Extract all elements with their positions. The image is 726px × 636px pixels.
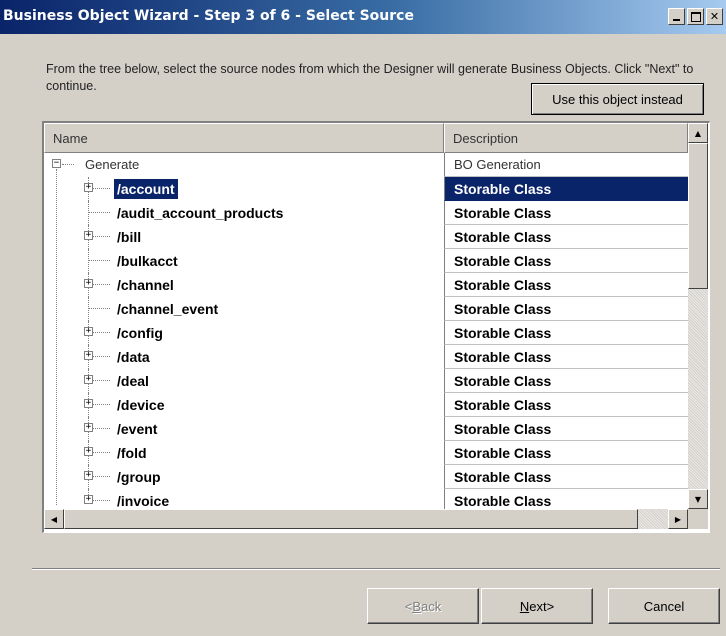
tree-row-label: /event	[117, 421, 158, 437]
tree-row-label: /fold	[117, 445, 147, 461]
tree-row-label: /invoice	[117, 493, 170, 509]
tree-row-description: Storable Class	[444, 441, 688, 465]
tree-row-label: /bulkacct	[117, 253, 178, 269]
close-icon[interactable]: ✕	[706, 8, 723, 25]
expand-icon[interactable]: +	[84, 495, 93, 504]
tree-row-label: /device	[117, 397, 165, 413]
tree-row-label: /group	[117, 469, 161, 485]
expand-icon[interactable]: +	[84, 375, 93, 384]
tree-root-name-cell: − Generate	[44, 153, 444, 177]
tree-row-description: Storable Class	[444, 297, 688, 321]
tree-row-name-cell: /bulkacct	[44, 249, 444, 273]
scroll-down-button[interactable]: ▼	[688, 489, 708, 509]
minimize-icon[interactable]	[668, 8, 685, 25]
collapse-icon[interactable]: −	[52, 159, 61, 168]
tree-row-description: Storable Class	[444, 225, 688, 249]
tree-row[interactable]: /bulkacct Storable Class	[44, 249, 688, 273]
tree-row-description: Storable Class	[444, 417, 688, 441]
tree-row[interactable]: + /channel Storable Class	[44, 273, 688, 297]
tree-row-description: Storable Class	[444, 393, 688, 417]
tree-row-description: Storable Class	[444, 345, 688, 369]
tree-row-name-cell: + /event	[44, 417, 444, 441]
tree-row-name-cell: + /bill	[44, 225, 444, 249]
tree-row-label: /deal	[117, 373, 149, 389]
window-title: Business Object Wizard - Step 3 of 6 - S…	[3, 8, 414, 24]
separator	[32, 568, 720, 570]
tree-row-name-cell: + /deal	[44, 369, 444, 393]
tree-row-description: Storable Class	[444, 177, 688, 201]
tree-row-description: Storable Class	[444, 321, 688, 345]
window-controls: ✕	[666, 8, 723, 25]
tree-row-label: /data	[117, 349, 150, 365]
vertical-scrollbar[interactable]: ▲ ▼	[688, 123, 708, 509]
tree-row-name-cell: + /fold	[44, 441, 444, 465]
back-button[interactable]: < Back	[367, 588, 479, 624]
tree-row-name-cell: + /device	[44, 393, 444, 417]
tree-row[interactable]: + /bill Storable Class	[44, 225, 688, 249]
tree-row-label: /account	[114, 179, 178, 199]
tree-row[interactable]: + /account Storable Class	[44, 177, 688, 201]
tree-row-label: /channel_event	[117, 301, 219, 317]
tree-row-name-cell: + /data	[44, 345, 444, 369]
tree-row-label: /audit_account_products	[117, 205, 284, 221]
tree-row-description: Storable Class	[444, 369, 688, 393]
scroll-right-button[interactable]: ▶	[668, 509, 688, 529]
expand-icon[interactable]: +	[84, 327, 93, 336]
tree-row[interactable]: + /deal Storable Class	[44, 369, 688, 393]
tree-row[interactable]: + /fold Storable Class	[44, 441, 688, 465]
maximize-icon[interactable]	[687, 8, 704, 25]
source-tree[interactable]: Name Description − Generate BO Generatio…	[42, 121, 710, 533]
tree-row-label: /config	[117, 325, 163, 341]
tree-row[interactable]: /audit_account_products Storable Class	[44, 201, 688, 225]
expand-icon[interactable]: +	[84, 423, 93, 432]
tree-row-name-cell: + /config	[44, 321, 444, 345]
tree-row[interactable]: + /data Storable Class	[44, 345, 688, 369]
expand-icon[interactable]: +	[84, 231, 93, 240]
expand-icon[interactable]: +	[84, 351, 93, 360]
scroll-up-button[interactable]: ▲	[688, 123, 708, 143]
tree-row[interactable]: + /event Storable Class	[44, 417, 688, 441]
tree-root-label: Generate	[85, 157, 140, 172]
horizontal-scrollbar[interactable]: ◀ ▶	[44, 509, 688, 529]
tree-row-label: /bill	[117, 229, 142, 245]
tree-row-description: Storable Class	[444, 465, 688, 489]
scroll-left-button[interactable]: ◀	[44, 509, 64, 529]
expand-icon[interactable]: +	[84, 183, 93, 192]
next-button[interactable]: Next >	[481, 588, 593, 624]
scroll-thumb[interactable]	[688, 143, 708, 289]
tree-row[interactable]: + /config Storable Class	[44, 321, 688, 345]
cancel-button[interactable]: Cancel	[608, 588, 720, 624]
horizontal-scroll-thumb[interactable]	[64, 509, 638, 529]
tree-row[interactable]: + /group Storable Class	[44, 465, 688, 489]
tree-row-name-cell: + /account	[44, 177, 444, 201]
tree-row-label: /channel	[117, 277, 174, 293]
tree-header: Name Description	[44, 123, 688, 153]
tree-row-name-cell: + /group	[44, 465, 444, 489]
tree-row[interactable]: + /device Storable Class	[44, 393, 688, 417]
expand-icon[interactable]: +	[84, 471, 93, 480]
expand-icon[interactable]: +	[84, 279, 93, 288]
tree-row-description: Storable Class	[444, 201, 688, 225]
expand-icon[interactable]: +	[84, 447, 93, 456]
column-header-description[interactable]: Description	[444, 123, 688, 153]
tree-rows: − Generate BO Generation + /account Storab…	[44, 153, 688, 513]
column-header-name[interactable]: Name	[44, 123, 444, 153]
tree-row-description: Storable Class	[444, 249, 688, 273]
tree-row-name-cell: /audit_account_products	[44, 201, 444, 225]
scrollbar-corner	[688, 509, 708, 529]
use-this-object-button[interactable]: Use this object instead	[531, 83, 704, 115]
tree-row-description: Storable Class	[444, 273, 688, 297]
tree-row[interactable]: /channel_event Storable Class	[44, 297, 688, 321]
tree-row-name-cell: + /channel	[44, 273, 444, 297]
title-bar[interactable]: Business Object Wizard - Step 3 of 6 - S…	[0, 0, 726, 34]
tree-root-row[interactable]: − Generate BO Generation	[44, 153, 688, 177]
tree-root-description: BO Generation	[444, 153, 688, 177]
tree-row-name-cell: /channel_event	[44, 297, 444, 321]
expand-icon[interactable]: +	[84, 399, 93, 408]
